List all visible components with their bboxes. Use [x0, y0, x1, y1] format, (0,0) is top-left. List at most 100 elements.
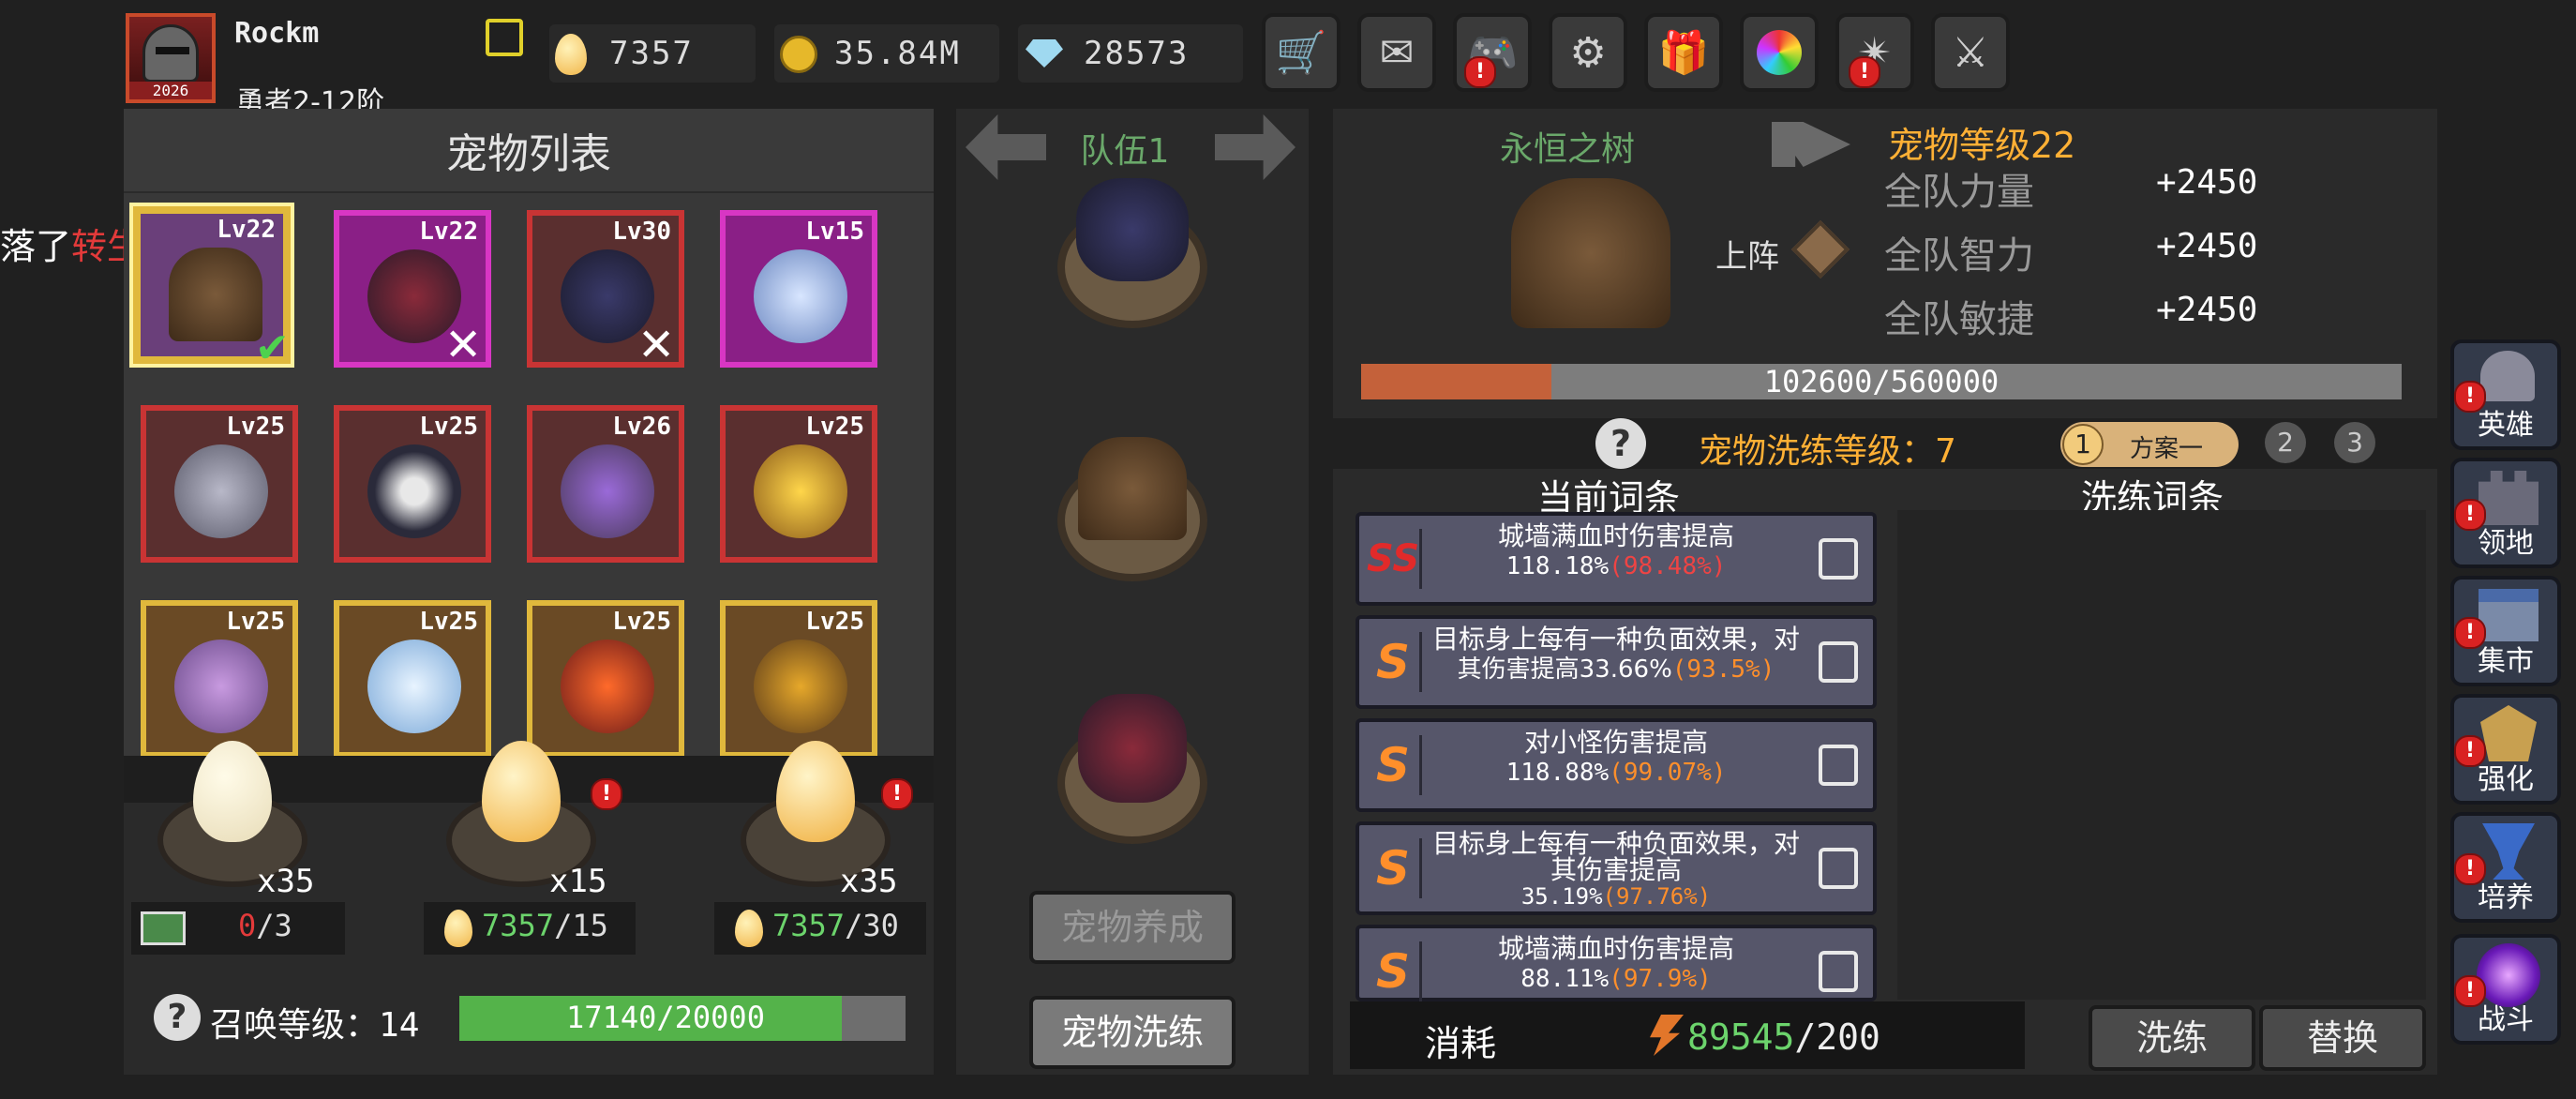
egg-count: 7357 [609, 35, 694, 72]
egg-icon [444, 910, 472, 947]
egg-count-label: x15 [549, 863, 607, 900]
bat-pet-icon [1076, 178, 1189, 281]
pet-level: Lv26 [612, 413, 671, 441]
pet-list-title: 宠物列表 [446, 130, 611, 178]
affix-row[interactable]: S 目标身上每有一种负面效果，对 其伤害提高 35.19%(97.76%) [1355, 821, 1877, 915]
pet-level: Lv25 [612, 608, 671, 636]
x-icon: ✕ [444, 319, 483, 371]
pet-card[interactable]: Lv25 [334, 600, 491, 758]
mail-icon: ✉ [1379, 28, 1415, 77]
pet-card[interactable]: Lv25 [720, 405, 877, 563]
pet-training-button[interactable]: 宠物养成 [1029, 891, 1236, 964]
refine-affix-area [1897, 510, 2426, 1000]
pet-card[interactable]: Lv25 [720, 600, 877, 758]
refine-help-icon[interactable]: ? [1595, 418, 1646, 469]
cultivate-alert-badge: ! [2454, 853, 2486, 885]
swords-icon: ⚔ [1952, 28, 1989, 77]
check-icon: ✔ [255, 324, 290, 372]
egg-cost-box[interactable]: 7357/30 [714, 902, 926, 955]
plan-2-button[interactable]: 2 [2265, 422, 2306, 463]
summon-level: 召唤等级：14 [210, 1006, 420, 1045]
gamepad-alert-badge: ! [1464, 56, 1496, 88]
pet-card[interactable]: Lv30 ✕ [527, 210, 684, 371]
video-ad-icon [141, 911, 186, 945]
castle-icon [2479, 471, 2539, 525]
pet-card[interactable]: Lv25 [527, 600, 684, 758]
reaper-pet-icon [367, 444, 461, 538]
color-wheel-button[interactable] [1740, 13, 1819, 92]
replace-button[interactable]: 替换 [2259, 1005, 2426, 1071]
egg-count-label: x35 [840, 863, 898, 900]
pet-refine-button[interactable]: 宠物洗练 [1029, 996, 1236, 1069]
affix-row[interactable]: SS 城墙满血时伤害提高 118.18%(98.48%) [1355, 512, 1877, 606]
pet-level: Lv22 [419, 218, 478, 246]
crest-icon [2480, 705, 2537, 761]
pet-level: Lv25 [805, 608, 864, 636]
pet-level: Lv15 [805, 218, 864, 246]
pet-level: Lv25 [226, 413, 285, 441]
affix-row[interactable]: S 城墙满血时伤害提高 88.11%(97.9%) [1355, 925, 1877, 1001]
pet-card[interactable]: Lv25 [141, 405, 298, 563]
battle-button[interactable]: ⚔ [1931, 13, 2010, 92]
tree-pet-icon [1078, 437, 1187, 540]
egg-cost-box[interactable]: 7357/15 [424, 902, 636, 955]
deploy-label: 上阵 [1715, 238, 1779, 276]
pet-xp-text: 102600/560000 [1763, 364, 1999, 399]
summon-progress-bar: 17140/20000 [459, 996, 906, 1041]
pet-card[interactable]: Lv25 [141, 600, 298, 758]
chalice-icon [2482, 823, 2535, 880]
affix-row[interactable]: S 目标身上每有一种负面效果，对 其伤害提高33.66%(93.5%) [1355, 615, 1877, 709]
edit-name-icon[interactable] [486, 19, 523, 56]
stat-label: 全队敏捷 [1884, 298, 2034, 341]
plan-3-button[interactable]: 3 [2334, 422, 2375, 463]
summon-help-icon[interactable]: ? [154, 994, 201, 1041]
market-alert-badge: ! [2454, 617, 2486, 649]
refine-level-label: 宠物洗练等级：7 [1699, 432, 1956, 471]
cost-total: /200 [1794, 1016, 1880, 1058]
cart-icon: 🛒 [1275, 29, 1327, 77]
settings-button[interactable]: ⚙ [1549, 13, 1627, 92]
color-wheel-icon [1757, 30, 1802, 75]
pet-card[interactable]: Lv25 [334, 405, 491, 563]
battle-alert-badge: ! [2454, 975, 2486, 1007]
pet-card[interactable]: Lv26 [527, 405, 684, 563]
lock-icon[interactable] [1819, 641, 1858, 683]
pet-card[interactable]: Lv22 ✕ [334, 210, 491, 371]
egg-alert-badge: ! [591, 778, 622, 810]
pet-level: Lv25 [805, 413, 864, 441]
gift-button[interactable]: 🎁 [1644, 13, 1723, 92]
affix-row[interactable]: S 对小怪伤害提高 118.88%(99.07%) [1355, 718, 1877, 812]
pet-level-label: 宠物等级22 [1888, 125, 2076, 166]
lock-icon[interactable] [1819, 745, 1858, 786]
pet-card[interactable]: Lv15 [720, 210, 877, 368]
territory-alert-badge: ! [2454, 499, 2486, 531]
x-icon: ✕ [637, 319, 676, 371]
egg-cost-box[interactable]: 0/3 [131, 902, 345, 955]
lock-icon[interactable] [1819, 538, 1858, 580]
helmet-icon [2480, 351, 2535, 401]
lock-icon[interactable] [1819, 951, 1858, 992]
gold-coin-plus-icon[interactable] [780, 36, 817, 73]
tree-pet-icon [169, 248, 262, 341]
gear-icon: ⚙ [1569, 28, 1607, 77]
affix-grade: SS [1367, 529, 1422, 589]
pet-card[interactable]: Lv22 ✔ [133, 206, 291, 372]
ghost-pet-icon [754, 249, 847, 343]
scorpion-pet-icon [174, 640, 268, 733]
stat-value: +2450 [2156, 291, 2258, 329]
lock-icon[interactable] [1819, 848, 1858, 889]
shop-cart-button[interactable]: 🛒 [1262, 13, 1340, 92]
witch-pet-icon [1078, 694, 1187, 803]
gem-turtle-pet-icon [754, 640, 847, 733]
player-avatar[interactable]: 2026 [126, 13, 216, 103]
gift-icon: 🎁 [1657, 29, 1710, 77]
fire-beast-pet-icon [561, 640, 654, 733]
gem-plus-icon[interactable] [1026, 39, 1063, 68]
refine-button[interactable]: 洗练 [2089, 1005, 2255, 1071]
egg-icon [555, 34, 587, 75]
mail-button[interactable]: ✉ [1357, 13, 1436, 92]
gold-amount: 35.84M [834, 35, 961, 72]
plan-1-button[interactable]: 1 方案一 [2060, 422, 2239, 467]
stat-label: 全队智力 [1884, 234, 2034, 278]
cost-label: 消耗 [1425, 1023, 1497, 1064]
